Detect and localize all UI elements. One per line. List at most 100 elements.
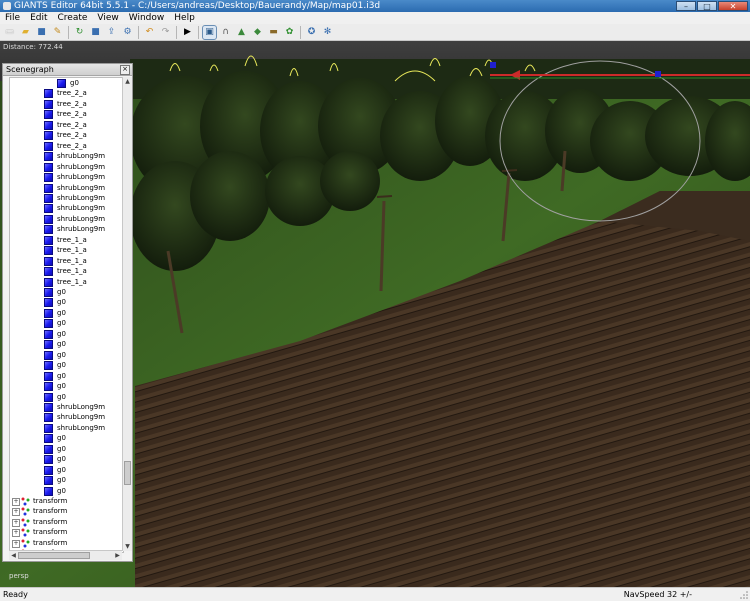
scenegraph-item[interactable]: shrubLong9m xyxy=(10,183,123,194)
foliage-icon[interactable]: ✿ xyxy=(283,26,296,39)
terrain-icon[interactable]: ▬ xyxy=(267,26,280,39)
scenegraph-item[interactable]: tree_2_a xyxy=(10,109,123,120)
expand-icon[interactable]: + xyxy=(12,529,20,538)
scenegraph-item[interactable]: tree_1_a xyxy=(10,235,123,246)
scenegraph-item[interactable]: shrubLong9m xyxy=(10,423,123,434)
scenegraph-item[interactable]: g0 xyxy=(10,318,123,329)
scenegraph-item[interactable]: g0 xyxy=(10,78,123,89)
scenegraph-item[interactable]: + transform xyxy=(10,496,123,507)
refresh-icon[interactable]: ↻ xyxy=(73,26,86,39)
camera-settings-icon[interactable]: ✻ xyxy=(321,26,334,39)
scenegraph-item[interactable]: tree_2_a xyxy=(10,99,123,110)
scenegraph-item[interactable]: shrubLong9m xyxy=(10,214,123,225)
scenegraph-item[interactable]: shrubLong9m xyxy=(10,224,123,235)
scenegraph-item[interactable]: shrubLong9m xyxy=(10,162,123,173)
redo-icon[interactable]: ↷ xyxy=(159,26,172,39)
expand-icon[interactable]: + xyxy=(12,518,20,527)
scenegraph-item[interactable]: shrubLong9m xyxy=(10,151,123,162)
scenegraph-item[interactable]: g0 xyxy=(10,475,123,486)
edit-icon[interactable]: ✎ xyxy=(51,26,64,39)
export-icon[interactable]: ⇪ xyxy=(105,26,118,39)
save-as-icon[interactable]: ■ xyxy=(89,26,102,39)
resize-grip-icon[interactable] xyxy=(740,591,748,599)
scenegraph-item-label: g0 xyxy=(57,329,66,338)
scenegraph-item[interactable]: tree_1_a xyxy=(10,266,123,277)
scenegraph-item[interactable]: tree_1_a xyxy=(10,256,123,267)
transform-node-icon xyxy=(21,497,30,506)
hscroll-thumb[interactable] xyxy=(18,552,90,559)
scenegraph-item[interactable]: + transform xyxy=(10,527,123,538)
scenegraph-item[interactable]: tree_2_a xyxy=(10,141,123,152)
play-icon[interactable]: ▶ xyxy=(181,26,194,39)
expand-icon[interactable]: + xyxy=(12,539,20,548)
scenegraph-item[interactable]: g0 xyxy=(10,297,123,308)
scroll-down-icon[interactable]: ▼ xyxy=(123,542,132,551)
shape-node-icon xyxy=(44,204,53,214)
menu-window[interactable]: Window xyxy=(124,12,170,24)
menu-create[interactable]: Create xyxy=(53,12,93,24)
scenegraph-item-label: g0 xyxy=(57,298,66,307)
scenegraph-item[interactable]: tree_1_a xyxy=(10,245,123,256)
minimize-button[interactable]: – xyxy=(676,1,696,11)
paint-icon[interactable]: ◆ xyxy=(251,26,264,39)
scenegraph-item[interactable]: shrubLong9m xyxy=(10,412,123,423)
scroll-up-icon[interactable]: ▲ xyxy=(123,77,132,86)
scenegraph-item[interactable]: g0 xyxy=(10,433,123,444)
scroll-thumb[interactable] xyxy=(124,461,131,485)
landscape-icon[interactable]: ▲ xyxy=(235,26,248,39)
gizmo-icon[interactable]: ✪ xyxy=(305,26,318,39)
menu-help[interactable]: Help xyxy=(169,12,200,24)
scenegraph-vertical-scrollbar[interactable]: ▲ ▼ xyxy=(122,77,132,551)
scenegraph-item[interactable]: g0 xyxy=(10,465,123,476)
settings-icon[interactable]: ⚙ xyxy=(121,26,134,39)
scenegraph-header[interactable]: Scenegraph × xyxy=(3,64,132,76)
menu-view[interactable]: View xyxy=(92,12,123,24)
scenegraph-item[interactable]: g0 xyxy=(10,454,123,465)
close-button[interactable]: ✕ xyxy=(718,1,748,11)
scenegraph-item[interactable]: tree_2_a xyxy=(10,120,123,131)
scenegraph-horizontal-scrollbar[interactable]: ◀ ▶ xyxy=(9,550,122,560)
maximize-button[interactable]: □ xyxy=(697,1,717,11)
undo-icon[interactable]: ↶ xyxy=(143,26,156,39)
scenegraph-item[interactable]: g0 xyxy=(10,392,123,403)
scenegraph-item[interactable]: tree_1_a xyxy=(10,277,123,288)
scenegraph-item-label: tree_1_a xyxy=(57,235,87,244)
scenegraph-item[interactable]: g0 xyxy=(10,371,123,382)
window-title-bar[interactable]: GIANTS Editor 64bit 5.5.1 - C:/Users/and… xyxy=(0,0,750,12)
scenegraph-item[interactable]: g0 xyxy=(10,360,123,371)
scenegraph-item[interactable]: tree_2_a xyxy=(10,88,123,99)
magnet-icon[interactable]: ∩ xyxy=(219,26,232,39)
scenegraph-item[interactable]: + transform xyxy=(10,506,123,517)
scenegraph-item[interactable]: shrubLong9m xyxy=(10,193,123,204)
select-mode-icon[interactable]: ▣ xyxy=(202,24,217,40)
menu-file[interactable]: File xyxy=(0,12,25,24)
scenegraph-item[interactable]: + transform xyxy=(10,517,123,528)
scenegraph-item[interactable]: g0 xyxy=(10,350,123,361)
scenegraph-item[interactable]: shrubLong9m xyxy=(10,402,123,413)
shape-node-icon xyxy=(44,402,53,412)
shape-node-icon xyxy=(44,267,53,277)
scenegraph-item[interactable]: shrubLong9m xyxy=(10,203,123,214)
scenegraph-item[interactable]: g0 xyxy=(10,287,123,298)
expand-icon[interactable]: + xyxy=(12,508,20,517)
scenegraph-item[interactable]: shrubLong9m xyxy=(10,172,123,183)
save-icon[interactable]: ■ xyxy=(35,26,48,39)
expand-icon[interactable]: + xyxy=(12,498,20,506)
scenegraph-item[interactable]: g0 xyxy=(10,308,123,319)
scenegraph-close-button[interactable]: × xyxy=(120,65,130,75)
scenegraph-item-label: g0 xyxy=(57,319,66,328)
scenegraph-item[interactable]: + transform xyxy=(10,538,123,549)
scenegraph-item[interactable]: g0 xyxy=(10,486,123,497)
scroll-right-icon[interactable]: ▶ xyxy=(113,551,122,560)
open-folder-icon[interactable]: ▰ xyxy=(19,26,32,39)
scroll-left-icon[interactable]: ◀ xyxy=(9,551,18,560)
scenegraph-item[interactable]: tree_2_a xyxy=(10,130,123,141)
scenegraph-tree[interactable]: g0 tree_2_a tree_2_a tree_2_a tree_2_a tree_2… xyxy=(9,77,124,553)
new-file-icon[interactable]: ▭ xyxy=(3,26,16,39)
scenegraph-item[interactable]: g0 xyxy=(10,339,123,350)
scenegraph-item[interactable]: g0 xyxy=(10,329,123,340)
shape-node-icon xyxy=(44,413,53,423)
menu-edit[interactable]: Edit xyxy=(25,12,52,24)
scenegraph-item[interactable]: g0 xyxy=(10,444,123,455)
scenegraph-item[interactable]: g0 xyxy=(10,381,123,392)
